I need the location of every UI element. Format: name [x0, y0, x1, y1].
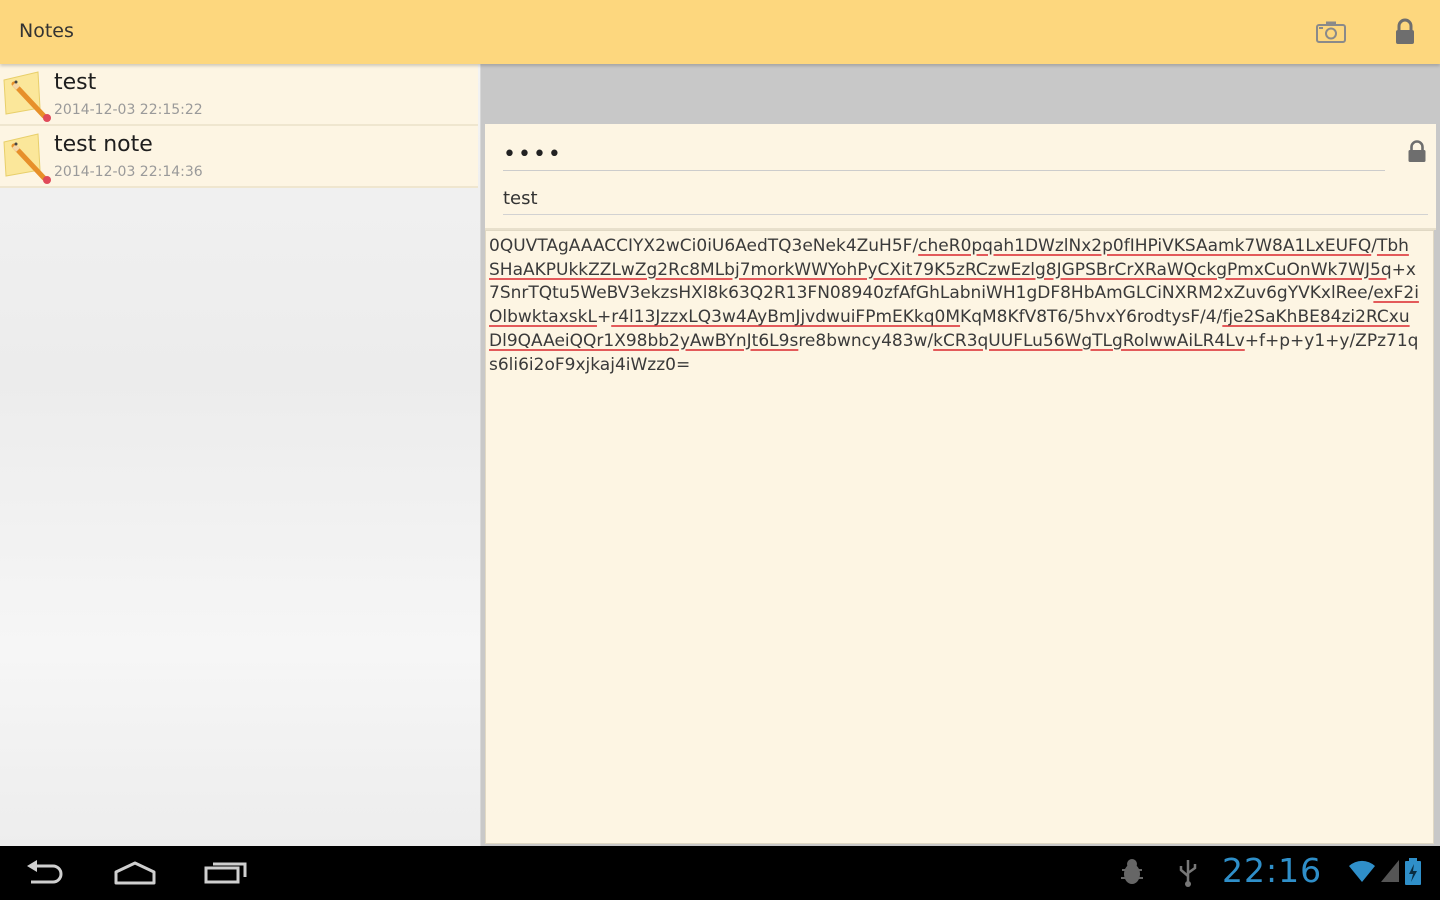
action-bar: Notes [0, 0, 1440, 64]
lock-button[interactable] [1388, 16, 1422, 48]
spellcheck-flagged-segment: cheR0pqah1DWzlNx2p0fIHPiVKSAamk7W8A1LxEU… [918, 236, 1372, 256]
lock-icon [1396, 18, 1414, 44]
back-button[interactable] [15, 854, 75, 892]
usb-icon [1179, 860, 1197, 887]
system-nav-bar: 22:16 [0, 846, 1440, 900]
app-title: Notes [19, 20, 74, 42]
lock-icon [1408, 140, 1426, 162]
password-lock-button[interactable] [1405, 138, 1429, 166]
back-icon [27, 860, 63, 884]
password-field[interactable] [503, 140, 1385, 171]
battery-icon [1405, 858, 1421, 885]
content-segment: 0QUVTAgAAACCIYX2wCi0iU6AedTQ3eNek4ZuH5F/ [489, 236, 919, 256]
encrypted-content-text[interactable]: 0QUVTAgAAACCIYX2wCi0iU6AedTQ3eNek4ZuH5F/… [489, 235, 1419, 377]
signal-icon [1381, 860, 1399, 882]
notes-list: test 2014-12-03 22:15:22 test note 2014-… [0, 64, 481, 846]
note-date: 2014-12-03 22:14:36 [54, 164, 203, 180]
note-list-item[interactable]: test note 2014-12-03 22:14:36 [0, 126, 478, 188]
content-segment: + [596, 307, 612, 328]
camera-icon [1316, 21, 1346, 43]
spellcheck-flagged-segment: kCR3qUUFLu56WgTLgRolwwAiLR4Lv [933, 330, 1245, 351]
notes-app: Notes test 2014-12-03 22:15:22 test note… [0, 0, 1440, 900]
note-list-item[interactable]: test 2014-12-03 22:15:22 [0, 64, 478, 126]
note-pencil-icon [3, 71, 51, 122]
wifi-icon [1349, 860, 1375, 882]
content-segment: re8bwncy483w/ [798, 330, 934, 351]
status-clock: 22:16 [1222, 851, 1323, 890]
home-icon [114, 861, 156, 885]
camera-button[interactable] [1314, 16, 1348, 48]
spellcheck-flagged-segment: r4l13JzzxLQ3w4AyBmJjvdwuiFPmEKkq0M [611, 307, 961, 328]
note-detail-panel: test 0QUVTAgAAACCIYX2wCi0iU6AedTQ3eNek4Z… [481, 64, 1440, 846]
note-date: 2014-12-03 22:15:22 [54, 102, 203, 118]
note-title: test [54, 70, 97, 95]
note-content-area[interactable]: 0QUVTAgAAACCIYX2wCi0iU6AedTQ3eNek4ZuH5F/… [485, 230, 1434, 844]
note-header-card: test [485, 124, 1436, 230]
content-segment: KqM8KfV8T6/5hvxY6rodtysF/4/ [960, 307, 1223, 328]
recent-apps-icon [204, 862, 247, 884]
recent-apps-button[interactable] [196, 854, 256, 892]
note-pencil-icon [3, 133, 51, 184]
note-title: test note [54, 132, 153, 157]
note-title-field[interactable]: test [503, 186, 1428, 215]
debug-icon [1121, 859, 1143, 884]
home-button[interactable] [105, 854, 165, 892]
